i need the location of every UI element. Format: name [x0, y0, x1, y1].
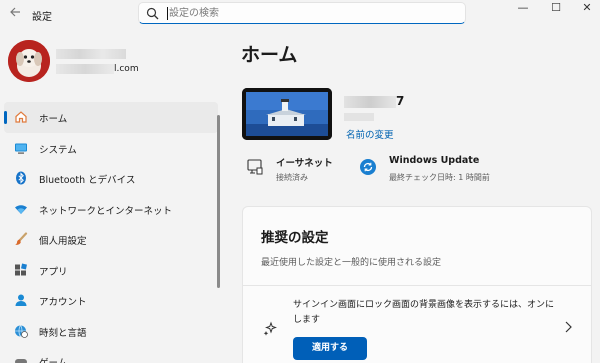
recommended-settings-card: 推奨の設定 最近使用した設定と一般的に使用される設定 サインイン画面にロック画面…: [242, 206, 592, 363]
sidebar-item-label: 個人用設定: [39, 236, 87, 247]
recommendation-text: サインイン画面にロック画面の背景画像を表示するには、オンにします: [293, 300, 555, 325]
sidebar-item-system[interactable]: システム: [4, 133, 218, 164]
text-caret: [167, 7, 168, 20]
sidebar-item-label: ゲーム: [39, 355, 67, 363]
sidebar-item-label: システム: [39, 144, 77, 156]
device-model-redacted: [344, 113, 374, 121]
app-title: 設定: [32, 12, 52, 23]
apply-button[interactable]: 適用する: [293, 337, 367, 360]
globe-clock-icon: [15, 324, 28, 338]
account-name-redacted: [56, 49, 126, 59]
sidebar-item-label: ホーム: [39, 114, 68, 125]
sidebar-nav: ホーム システム Bluetooth とデバイス ネットワークとインターネット …: [0, 102, 220, 363]
sidebar-item-bluetooth[interactable]: Bluetooth とデバイス: [4, 163, 218, 194]
sidebar-item-label: ネットワークとインターネット: [39, 205, 173, 217]
dog-avatar-image: [8, 40, 50, 82]
update-icon: [360, 159, 376, 175]
device-name-redacted: [344, 96, 396, 108]
page-title: ホーム: [241, 44, 298, 66]
monitor-icon: [15, 143, 27, 154]
ethernet-status[interactable]: イーサネット 接続済み: [246, 154, 356, 186]
status-title: イーサネット: [276, 158, 333, 169]
ethernet-icon: [247, 159, 263, 175]
sparkle-icon: [263, 321, 277, 336]
sidebar-scrollbar[interactable]: [217, 115, 220, 288]
title-bar: 設定 — ☐ ✕: [0, 0, 600, 30]
close-button[interactable]: ✕: [572, 0, 600, 18]
sidebar-item-network[interactable]: ネットワークとインターネット: [4, 194, 218, 225]
home-icon: [15, 111, 27, 123]
account-email-redacted: [56, 64, 114, 74]
sidebar-item-home[interactable]: ホーム: [4, 102, 218, 133]
windows-update-status[interactable]: Windows Update 最終チェック日時: 1 時間前: [359, 154, 499, 186]
maximize-icon: ☐: [551, 1, 561, 14]
account-email-suffix: l.com: [114, 64, 139, 74]
back-button[interactable]: [6, 6, 24, 22]
bluetooth-icon: [16, 171, 26, 185]
status-subtitle: 接続済み: [276, 173, 308, 182]
sidebar-item-label: アプリ: [39, 266, 68, 278]
status-title: Windows Update: [389, 155, 480, 166]
sidebar-item-gaming[interactable]: ゲーム: [4, 346, 218, 363]
sidebar-item-label: 時刻と言語: [39, 327, 87, 339]
game-icon: [15, 359, 27, 363]
search-input[interactable]: [169, 5, 449, 22]
brush-icon: [15, 232, 28, 245]
rename-link[interactable]: 名前の変更: [346, 127, 394, 141]
card-divider: [243, 285, 591, 286]
close-icon: ✕: [582, 1, 592, 14]
card-title: 推奨の設定: [261, 230, 329, 246]
person-icon: [15, 294, 27, 306]
back-arrow-icon: [10, 7, 20, 17]
minimize-button[interactable]: —: [508, 0, 538, 18]
sidebar-item-apps[interactable]: アプリ: [4, 255, 218, 286]
search-box[interactable]: [138, 2, 466, 24]
lighthouse-wallpaper-image: [242, 88, 332, 140]
sidebar-item-time-language[interactable]: 時刻と言語: [4, 316, 218, 347]
sidebar-item-label: Bluetooth とデバイス: [39, 175, 136, 186]
chevron-right-icon[interactable]: [563, 320, 573, 334]
wifi-icon: [15, 204, 27, 214]
maximize-button[interactable]: ☐: [541, 0, 571, 18]
search-icon: [146, 7, 159, 20]
device-wallpaper-preview: [242, 88, 332, 140]
sidebar-item-personalization[interactable]: 個人用設定: [4, 224, 218, 255]
status-subtitle: 最終チェック日時: 1 時間前: [389, 173, 490, 182]
avatar[interactable]: [8, 40, 50, 82]
minimize-icon: —: [517, 1, 529, 14]
sidebar-item-label: アカウント: [39, 297, 87, 308]
device-name: 7: [396, 94, 405, 108]
apps-icon: [15, 263, 27, 275]
sidebar-item-accounts[interactable]: アカウント: [4, 285, 218, 316]
card-subtitle: 最近使用した設定と一般的に使用される設定: [261, 258, 442, 268]
